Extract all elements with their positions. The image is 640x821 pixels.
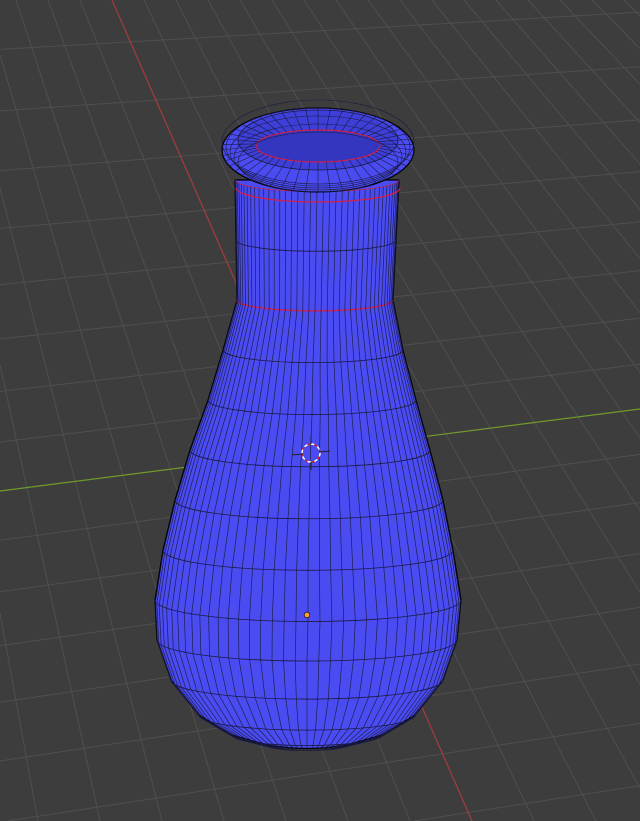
viewport-canvas[interactable] [0, 0, 640, 821]
grid-line [0, 66, 640, 112]
3d-viewport[interactable] [0, 0, 640, 821]
grid-line [495, 0, 640, 165]
grid-line [463, 0, 640, 210]
grid-line [367, 0, 640, 373]
object-origin-dot [303, 611, 311, 619]
grid-line [0, 364, 101, 821]
grid-line [413, 785, 640, 821]
grid-line [527, 0, 640, 123]
grid-line [0, 612, 39, 821]
grid-line [0, 11, 640, 50]
flask-mesh[interactable] [154, 99, 462, 751]
flask-opening [255, 129, 381, 163]
